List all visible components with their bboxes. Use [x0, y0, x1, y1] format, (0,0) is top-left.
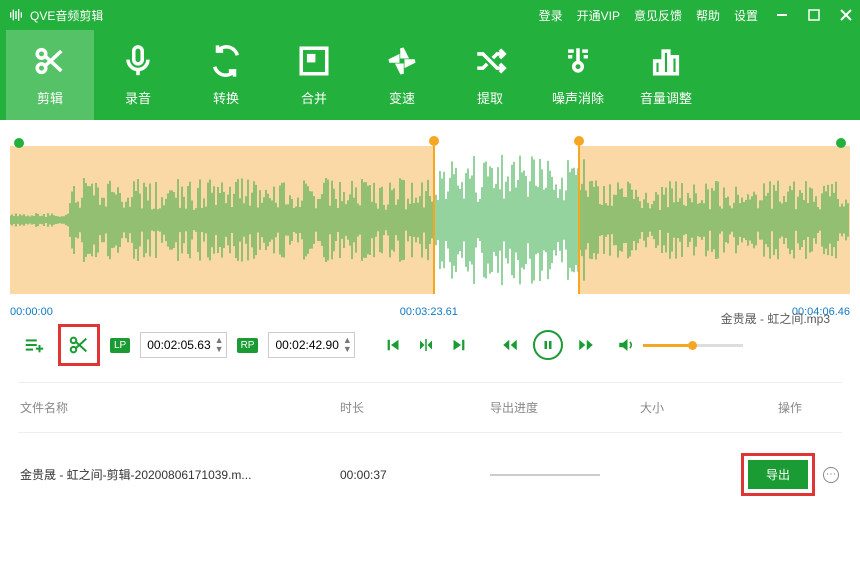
tool-extract[interactable]: 提取: [446, 30, 534, 120]
right-time-input[interactable]: 00:02:42.90 ▲▼: [268, 332, 354, 358]
progress-bar: [490, 474, 600, 476]
go-end-icon[interactable]: [449, 336, 467, 354]
denoise-icon: [561, 44, 595, 78]
tool-cut-label: 剪辑: [37, 88, 63, 107]
selection-right-knob[interactable]: [574, 136, 584, 146]
range-start-knob[interactable]: [14, 138, 24, 148]
highlight-export-button: 导出: [741, 453, 815, 496]
time-mid: 00:03:23.61: [400, 306, 458, 318]
tool-denoise[interactable]: 噪声消除: [534, 30, 622, 120]
file-name: 金贵晟 - 虹之间-剪辑-20200806171039.m...: [20, 466, 340, 483]
play-pause-button[interactable]: [533, 330, 563, 360]
range-end-knob[interactable]: [836, 138, 846, 148]
merge-icon: [297, 44, 331, 78]
microphone-icon: [121, 44, 155, 78]
add-marker-button[interactable]: [20, 331, 48, 359]
tool-speed[interactable]: 变速: [358, 30, 446, 120]
forward-icon[interactable]: [577, 336, 595, 354]
tool-cut[interactable]: 剪辑: [6, 30, 94, 120]
highlight-cut-button: [58, 324, 100, 366]
selection-left-knob[interactable]: [429, 136, 439, 146]
waveform-svg: [10, 146, 850, 294]
table-row: 金贵晟 - 虹之间-剪辑-20200806171039.m... 00:00:3…: [0, 439, 860, 510]
cut-selection-button[interactable]: [65, 331, 93, 359]
speaker-icon[interactable]: [617, 336, 635, 354]
table-header: 文件名称 时长 导出进度 大小 操作: [0, 389, 860, 426]
tool-convert[interactable]: 转换: [182, 30, 270, 120]
go-start-icon[interactable]: [385, 336, 403, 354]
rewind-icon[interactable]: [501, 336, 519, 354]
selection-right-line[interactable]: [578, 146, 580, 294]
left-time-input[interactable]: 00:02:05.63 ▲▼: [140, 332, 226, 358]
export-button[interactable]: 导出: [748, 460, 808, 489]
time-start: 00:00:00: [10, 306, 53, 318]
list-plus-icon: [23, 334, 45, 356]
pause-icon: [542, 339, 554, 351]
speed-icon: [385, 44, 419, 78]
link-vip[interactable]: 开通VIP: [577, 7, 620, 24]
spinner-icon[interactable]: ▲▼: [215, 336, 224, 354]
spinner-icon[interactable]: ▲▼: [343, 336, 352, 354]
scissors-icon: [33, 44, 67, 78]
file-duration: 00:00:37: [340, 468, 490, 482]
link-help[interactable]: 帮助: [696, 7, 720, 24]
link-settings[interactable]: 设置: [734, 7, 758, 24]
close-icon[interactable]: [840, 9, 852, 21]
trim-in-icon[interactable]: [417, 336, 435, 354]
lp-tag[interactable]: LP: [110, 338, 130, 353]
tool-volume[interactable]: 音量调整: [622, 30, 710, 120]
bars-icon: [649, 44, 683, 78]
volume-slider[interactable]: [643, 344, 743, 347]
cycle-icon: [209, 44, 243, 78]
waveform-panel[interactable]: 00:00:00 00:03:23.61 00:04:06.46: [10, 128, 850, 318]
minimize-icon[interactable]: [776, 9, 788, 21]
now-playing: 金贵晟 - 虹之间.mp3: [721, 310, 830, 327]
link-login[interactable]: 登录: [539, 7, 563, 24]
maximize-icon[interactable]: [808, 9, 820, 21]
shuffle-icon: [473, 44, 507, 78]
scissors-icon: [68, 334, 90, 356]
selection-left-line[interactable]: [433, 146, 435, 294]
link-feedback[interactable]: 意见反馈: [634, 7, 682, 24]
app-logo-icon: [8, 7, 24, 23]
rp-tag[interactable]: RP: [237, 338, 259, 353]
tool-merge[interactable]: 合并: [270, 30, 358, 120]
more-actions-button[interactable]: ⋯: [823, 467, 839, 483]
app-title: QVE音频剪辑: [30, 7, 103, 24]
tool-record[interactable]: 录音: [94, 30, 182, 120]
